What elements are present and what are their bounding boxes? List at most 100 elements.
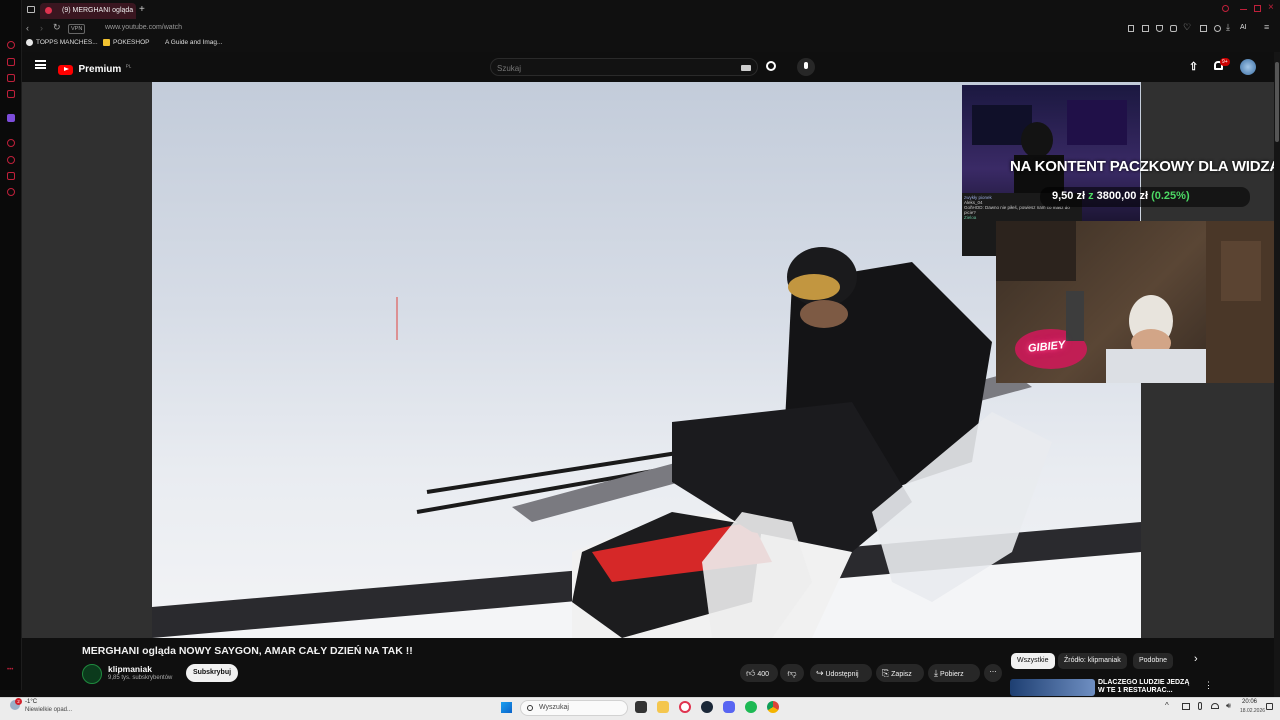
bookmark-label: TOPPS MANCHES... [36,39,98,47]
shield-icon[interactable] [1156,25,1163,32]
bookmark-save-icon: ⎘ [882,668,890,678]
hamburger-menu-icon[interactable] [35,60,46,69]
wallet-icon[interactable] [1170,25,1177,32]
task-view-icon[interactable] [635,701,647,713]
save-label: Zapisz [891,671,912,678]
back-icon[interactable]: ‹ [26,23,29,33]
sidebar-clock-icon[interactable] [7,156,15,164]
reload-icon[interactable]: ↻ [53,22,61,33]
channel-avatar[interactable] [82,664,102,684]
right-scrollbar[interactable] [1274,52,1280,697]
active-tab[interactable]: (9) MERGHANI ogląda [40,3,136,19]
sidebar-history-icon[interactable] [7,41,15,49]
chips-next-icon[interactable]: › [1194,653,1198,665]
sidebar-settings-icon[interactable] [7,188,15,196]
sidebar-instagram-icon[interactable] [7,74,15,82]
url-field[interactable]: www.youtube.com/watch [105,24,182,31]
download-button[interactable]: ⤓ Pobierz [928,664,980,682]
keyboard-icon[interactable] [741,65,751,71]
bookmark-label: A Guide and Imag... [165,39,223,47]
youtube-play-icon [58,64,73,75]
sidebar-more-icon[interactable]: ••• [7,667,15,675]
search-tabs-icon[interactable] [1222,5,1229,12]
chip-all[interactable]: Wszystkie [1011,653,1055,669]
recommendation-thumbnail[interactable] [1010,679,1095,696]
video-title: MERGHANI ogląda NOWY SAYGON, AMAR CAŁY D… [82,645,413,657]
active-tab-title: (9) MERGHANI ogląda [62,7,134,14]
minimize-icon[interactable] [1240,9,1247,10]
search-input[interactable] [497,62,727,74]
pokeshop-favicon-icon [103,39,110,46]
steam-icon[interactable] [701,701,713,713]
tray-volume-icon[interactable]: 🔊︎ [1226,701,1231,711]
close-icon[interactable]: × [1268,2,1274,13]
screenshot-icon[interactable] [1142,25,1149,32]
vpn-badge[interactable]: VPN [68,24,86,34]
discord-icon[interactable] [723,701,735,713]
weather-alert-badge: 2 [15,698,22,705]
bookmarks-bar: TOPPS MANCHES... POKESHOP A Guide and Im… [0,37,1280,52]
donation-target: 3800,00 zł [1096,190,1149,202]
chat-line: Zieloa [964,215,977,220]
clock-date[interactable]: 18.02.2026 [1240,708,1265,714]
spotify-icon[interactable] [745,701,757,713]
maximize-icon[interactable] [1254,5,1261,12]
tray-wifi-icon[interactable] [1211,703,1219,709]
sidebar-whatsapp-icon[interactable] [7,90,15,98]
sidebar-music-icon[interactable] [7,139,15,147]
dislike-button[interactable]: 👎︎ [780,664,804,682]
download-arrow-icon: ⤓ [934,668,938,678]
chrome-icon[interactable] [767,701,779,713]
sidebar-send-icon[interactable] [7,172,15,180]
recommendation-title[interactable]: DLACZEGO LUDZIE JEDZĄ W TE 1 RESTAURAC..… [1098,679,1196,695]
bookmark-item-pokeshop[interactable]: POKESHOP [103,39,149,46]
tab-list-icon[interactable] [27,6,35,13]
donation-goal-amount: 9,50 zł z 3800,00 zł (0.25%) [1052,190,1190,202]
opera-browser-icon[interactable] [679,701,691,713]
chip-similar[interactable]: Podobne [1133,653,1174,669]
tray-chevron-icon[interactable]: ^ [1165,701,1169,710]
tray-mic-icon[interactable] [1198,702,1202,710]
sidebar-twitch-icon[interactable] [7,114,15,122]
streamer-webcam: GIBIEY [996,221,1280,383]
youtube-logo-label: Premium [78,64,122,76]
voice-search-icon[interactable] [797,58,815,76]
extensions-icon[interactable] [1200,25,1207,32]
window-controls: × [1222,2,1278,16]
download-icon[interactable]: ⤓ [1226,22,1230,33]
guide-favicon-icon [158,39,162,46]
channel-name[interactable]: klipmaniak [108,664,152,674]
taskbar-search[interactable]: Wyszukaj [520,700,628,716]
file-explorer-icon[interactable] [657,701,669,713]
donation-separator: z [1088,190,1094,202]
heart-icon[interactable]: ♡ [1183,22,1191,33]
clock-time[interactable]: 20:06 [1242,699,1257,705]
weather-temperature: -1°C [25,699,38,705]
forward-icon[interactable]: › [40,23,43,33]
bookmark-item-guide[interactable]: A Guide and Imag... [158,39,222,46]
chip-source[interactable]: Źródło: klipmaniak [1058,653,1127,669]
youtube-logo[interactable]: Premium PL [58,61,131,79]
start-button-icon[interactable] [501,702,512,713]
profile-icon[interactable] [1214,25,1221,32]
like-button[interactable]: 👍︎ 400 [740,664,778,682]
notification-center-icon[interactable] [1266,703,1273,710]
tray-network-icon[interactable] [1182,703,1190,710]
taskbar-search-label: Wyszukaj [539,704,569,711]
upload-icon[interactable]: ⇧ [1189,60,1198,73]
browser-menu-icon[interactable]: ≡ [1264,22,1269,32]
search-icon[interactable] [766,61,776,71]
share-button[interactable]: ↪ Udostępnij [810,664,872,682]
more-actions-button[interactable]: ⋯ [984,664,1002,682]
sidebar-messenger-icon[interactable] [7,58,15,66]
bookmark-item-topps[interactable]: TOPPS MANCHES... [26,39,98,46]
save-button[interactable]: ⎘ Zapisz [876,664,924,682]
ai-button[interactable]: AI [1240,24,1247,31]
search-box [490,58,758,76]
recommendation-menu-icon[interactable]: ⋮ [1204,680,1213,691]
bookmark-icon[interactable] [1128,25,1134,32]
subscriber-count: 9,85 tys. subskrybentów [108,675,173,681]
subscribe-button[interactable]: Subskrybuj [186,664,238,682]
new-tab-button[interactable]: + [139,4,145,15]
account-avatar[interactable] [1240,59,1256,75]
